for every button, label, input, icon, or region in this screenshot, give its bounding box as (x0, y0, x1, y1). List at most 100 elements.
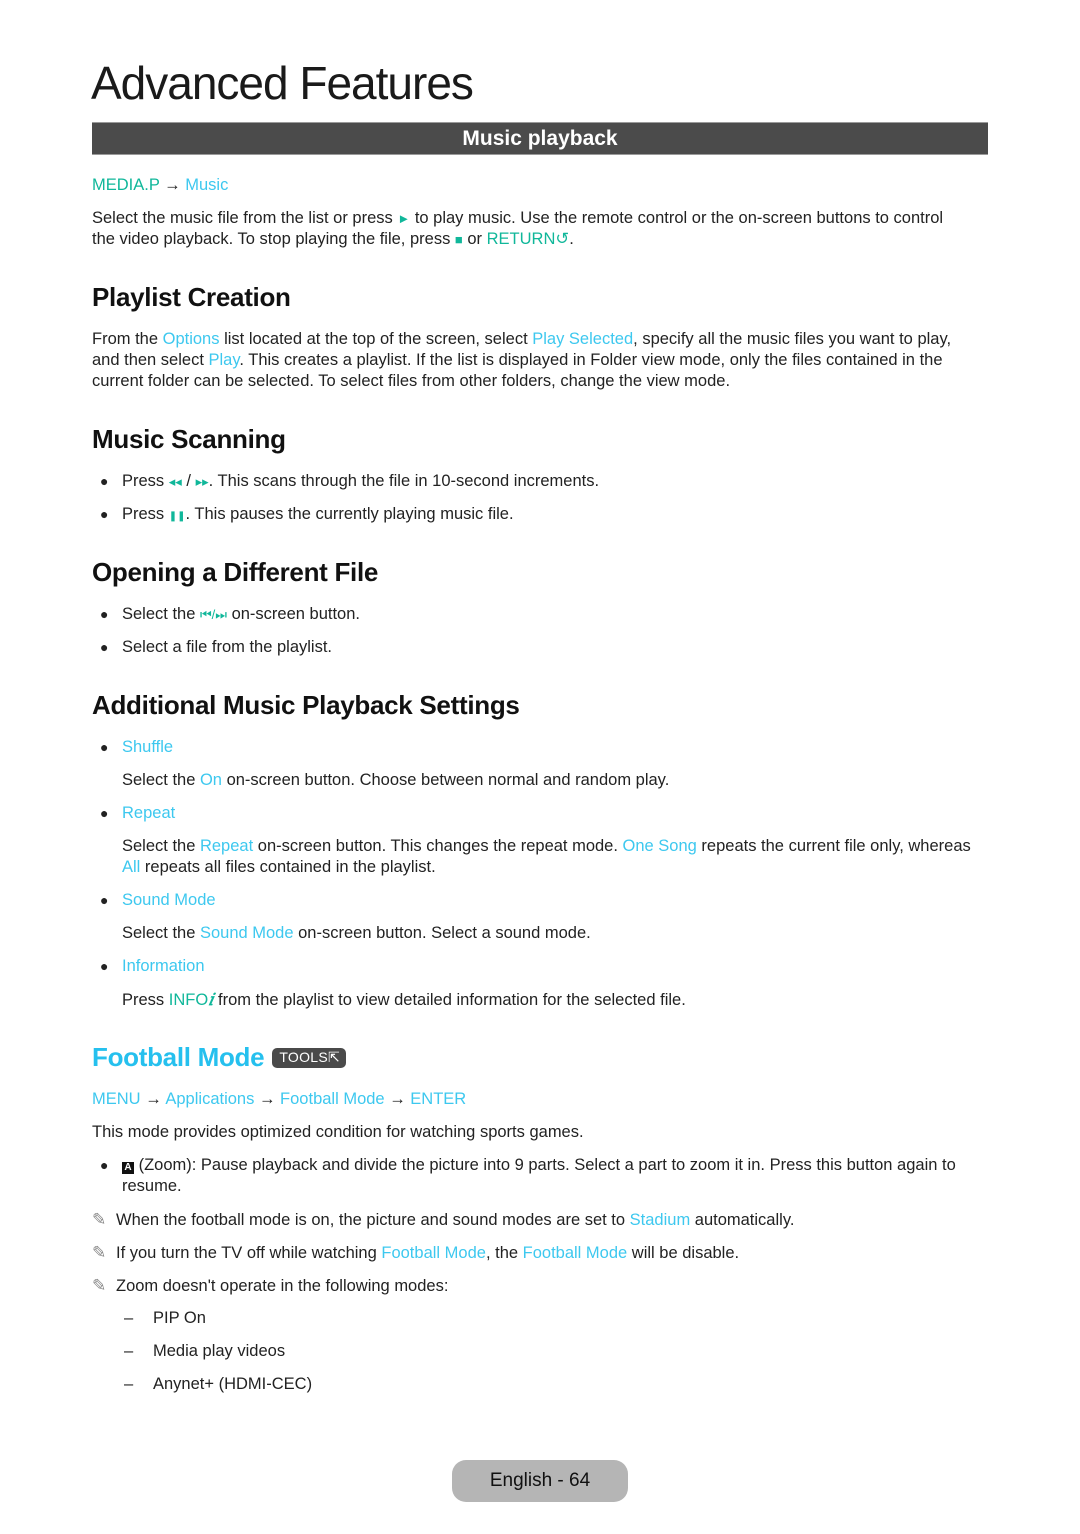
path-menu: MENU (92, 1090, 141, 1108)
bullet-icon: ● (100, 1157, 109, 1173)
shuffle-label: Shuffle (122, 738, 174, 756)
text: repeats the current file only, whereas (696, 837, 971, 855)
mode-item: – Anynet+ (HDMI-CEC) (92, 1374, 492, 1395)
one-song-term: One Song (622, 837, 697, 855)
text: , the (485, 1244, 523, 1262)
skip-prev-next-icon: ⏮/⏭ (199, 607, 227, 622)
text: / (181, 472, 196, 490)
tools-icon: ⇱ (328, 1049, 341, 1065)
sound-mode-description: Select the Sound Mode on-screen button. … (122, 923, 992, 944)
dash-icon: – (124, 1375, 134, 1393)
fast-forward-icon: ▸▸ (195, 474, 209, 489)
sound-mode-term: Sound Mode (199, 924, 294, 942)
all-term: All (122, 858, 141, 876)
sound-mode-label: Sound Mode (122, 891, 216, 909)
football-menu-path: MENU → Applications → Football Mode → EN… (92, 1089, 466, 1110)
path-arrow: → (389, 1090, 406, 1108)
list-item-text: A (Zoom): Pause playback and divide the … (122, 1155, 992, 1197)
mode-text: Media play videos (153, 1342, 286, 1360)
text: If you turn the TV off while watching (116, 1244, 382, 1262)
bullet-icon: ● (100, 805, 109, 821)
text: Press (122, 472, 169, 490)
text: resume. (122, 1177, 182, 1195)
repeat-description: Select the Repeat on-screen button. This… (122, 836, 992, 878)
heading-additional-settings: Additional Music Playback Settings (92, 690, 520, 720)
text: . This pauses the currently playing musi… (185, 505, 514, 523)
play-icon: ► (397, 211, 411, 226)
mode-item: – Media play videos (92, 1341, 492, 1362)
dash-icon: – (124, 1309, 134, 1327)
menu-path: MEDIA.P → Music (92, 175, 228, 196)
shuffle-description: Select the On on-screen button. Choose b… (122, 770, 992, 791)
football-mode-term: Football Mode (522, 1244, 628, 1262)
repeat-term: Repeat (199, 837, 254, 855)
text: Zoom doesn't operate in the following mo… (116, 1277, 449, 1295)
text: or (462, 230, 487, 248)
text: (Zoom): Pause playback and divide the pi… (134, 1156, 956, 1174)
mode-item: – PIP On (92, 1308, 492, 1329)
text: Select the (122, 605, 200, 623)
path-arrow: → (164, 176, 181, 194)
return-icon: ↺ (555, 230, 570, 248)
dash-icon: – (124, 1342, 134, 1360)
list-item-text: Press ◂◂ / ▸▸. This scans through the fi… (122, 471, 599, 492)
tools-badge: TOOLS⇱ (272, 1048, 347, 1068)
text: When the football mode is on, the pictur… (116, 1211, 630, 1229)
text: the video playback. To stop playing the … (92, 230, 455, 248)
text: Select the (122, 837, 200, 855)
options-term: Options (162, 330, 220, 348)
path-music: Music (185, 176, 229, 194)
information-description: Press INFO𝑖 from the playlist to view de… (122, 989, 992, 1011)
text: on-screen button. This changes the repea… (253, 837, 623, 855)
section-banner: Music playback (92, 122, 988, 155)
text: . This scans through the file in 10-seco… (208, 472, 600, 490)
play-term: Play (208, 351, 240, 369)
text: Select the (122, 924, 200, 942)
repeat-label: Repeat (122, 804, 176, 822)
return-key: RETURN (486, 230, 556, 248)
path-arrow: → (145, 1090, 162, 1108)
note-tv-off: ✎ If you turn the TV off while watching F… (92, 1242, 739, 1264)
bullet-icon: ● (100, 892, 109, 908)
play-selected-term: Play Selected (532, 330, 634, 348)
text: on-screen button. (226, 605, 360, 623)
football-intro: This mode provides optimized condition f… (92, 1123, 584, 1141)
heading-music-scanning: Music Scanning (92, 424, 286, 454)
path-football-mode: Football Mode (280, 1090, 385, 1108)
note-icon: ✎ (92, 1243, 107, 1262)
mode-text: PIP On (153, 1309, 206, 1327)
stop-icon: ■ (454, 232, 463, 247)
path-media-p: MEDIA.P (92, 176, 160, 194)
bullet-icon: ● (100, 739, 109, 755)
bullet-icon: ● (100, 606, 109, 622)
a-button-icon: A (122, 1162, 134, 1174)
playlist-paragraph: From the Options list located at the top… (92, 329, 992, 392)
heading-opening-different-file: Opening a Different File (92, 557, 379, 587)
note-zoom-modes: ✎ Zoom doesn't operate in the following m… (92, 1275, 448, 1297)
page-number-badge: English - 64 (452, 1460, 628, 1502)
text: Select the music file from the list or p… (92, 209, 398, 227)
text: , specify all the music files you want t… (633, 330, 952, 348)
text: list located at the top of the screen, s… (219, 330, 533, 348)
stadium-term: Stadium (629, 1211, 691, 1229)
text: . This creates a playlist. If the list i… (239, 351, 943, 369)
page-title: Advanced Features (91, 57, 474, 109)
text: repeats all files contained in the playl… (140, 858, 436, 876)
bullet-icon: ● (100, 506, 109, 522)
text: will be disable. (627, 1244, 740, 1262)
text: From the (92, 330, 163, 348)
on-term: On (199, 771, 222, 789)
heading-playlist-creation: Playlist Creation (92, 282, 291, 312)
path-applications: Applications (165, 1090, 255, 1108)
text: and then select (92, 351, 209, 369)
text: on-screen button. Select a sound mode. (293, 924, 591, 942)
tools-label: TOOLS (279, 1049, 329, 1065)
mode-text: Anynet+ (HDMI-CEC) (153, 1375, 313, 1393)
info-key: INFO (168, 991, 209, 1009)
note-stadium: ✎ When the football mode is on, the pictu… (92, 1209, 794, 1231)
list-item-text: Select the ⏮/⏭ on-screen button. (122, 604, 360, 625)
rewind-icon: ◂◂ (168, 474, 182, 489)
heading-text: Football Mode (92, 1042, 265, 1072)
bullet-icon: ● (100, 473, 109, 489)
note-icon: ✎ (92, 1276, 107, 1295)
